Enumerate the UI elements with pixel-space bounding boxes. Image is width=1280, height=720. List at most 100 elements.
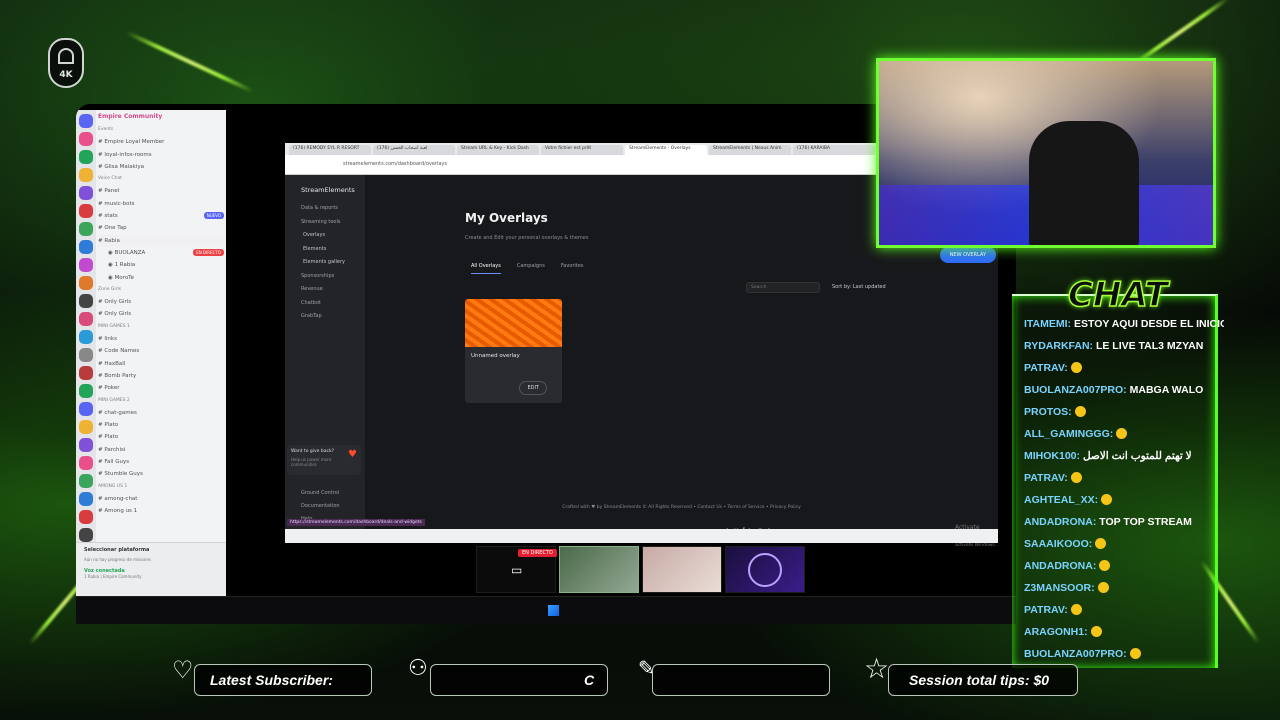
channel-item[interactable]: # One Tap xyxy=(98,222,224,234)
channel-item[interactable]: # Among us 1 xyxy=(98,505,224,517)
voice-user[interactable]: ◉ 1 Rabia xyxy=(98,259,224,271)
se-sidebar-item[interactable]: Revenue xyxy=(285,283,365,297)
browser-tab[interactable]: Votre fichier est prêt xyxy=(541,145,623,155)
channel-category: Voice Chat xyxy=(98,173,224,185)
chat-username: PATRAV: xyxy=(1024,472,1068,484)
se-sidebar-item[interactable]: GrabTap xyxy=(285,310,365,324)
platform-label[interactable]: Seleccionar plataforma xyxy=(76,543,226,557)
server-icon[interactable] xyxy=(79,312,93,326)
se-sidebar-item[interactable]: Elements xyxy=(285,243,365,257)
channel-item[interactable]: # loyal-infos-rooms xyxy=(98,149,224,161)
se-bottom-link[interactable]: Ground Control xyxy=(285,487,365,500)
server-icon[interactable] xyxy=(79,384,93,398)
server-icon[interactable] xyxy=(79,258,93,272)
channel-label: Plato xyxy=(104,422,119,429)
channel-item[interactable]: # stats NUEVO xyxy=(98,210,224,222)
dock-logo[interactable] xyxy=(725,546,805,593)
give-back-card[interactable]: Want to give back? Help us power more co… xyxy=(287,445,361,475)
channel-item[interactable]: # chat-games xyxy=(98,407,224,419)
channel-item[interactable]: # Stumble Guys xyxy=(98,468,224,480)
dock-avatar[interactable] xyxy=(642,546,722,593)
channel-label: Rabia xyxy=(104,237,120,244)
channel-label: Glisa Malakiya xyxy=(104,163,145,170)
server-icon[interactable] xyxy=(79,132,93,146)
sort-dropdown[interactable]: Sort by: Last updated xyxy=(832,284,886,290)
server-icon[interactable] xyxy=(79,420,93,434)
se-sidebar-item[interactable]: Elements gallery xyxy=(285,256,365,270)
chat-username: ANDADRONA: xyxy=(1024,516,1097,528)
windows-start-icon[interactable] xyxy=(548,605,559,616)
channel-item[interactable]: # Plato xyxy=(98,431,224,443)
server-icon[interactable] xyxy=(79,492,93,506)
server-icon[interactable] xyxy=(79,150,93,164)
channel-item[interactable]: # among-chat xyxy=(98,493,224,505)
browser-tab[interactable]: (176) لعبة أصحاب الحسن xyxy=(373,145,455,155)
server-icon[interactable] xyxy=(79,348,93,362)
se-sidebar-item[interactable]: Sponsorships xyxy=(285,270,365,284)
overlay-thumbnail[interactable] xyxy=(465,299,562,347)
server-icon[interactable] xyxy=(79,366,93,380)
new-overlay-button[interactable]: NEW OVERLAY xyxy=(939,247,996,263)
se-sidebar-item[interactable]: Streaming tools xyxy=(285,216,365,230)
server-icon[interactable] xyxy=(79,114,93,128)
server-icon[interactable] xyxy=(79,456,93,470)
se-sidebar-item[interactable]: Data & reports xyxy=(285,202,365,216)
chat-message: PATRAV: xyxy=(1024,470,1224,492)
se-brand[interactable]: StreamElements xyxy=(285,175,365,194)
server-icon[interactable] xyxy=(79,204,93,218)
channel-item[interactable]: # Fall Guys xyxy=(98,456,224,468)
channel-category: Events xyxy=(98,124,224,136)
tab-campaigns[interactable]: Campaigns xyxy=(517,263,545,274)
tab-favorites[interactable]: Favorites xyxy=(561,263,584,274)
channel-item[interactable]: # Bomb Party xyxy=(98,370,224,382)
server-name[interactable]: Empire Community xyxy=(98,110,224,124)
server-icon[interactable] xyxy=(79,222,93,236)
server-icon[interactable] xyxy=(79,294,93,308)
channel-item[interactable]: # Poker xyxy=(98,382,224,394)
server-icon[interactable] xyxy=(79,330,93,344)
browser-tab[interactable]: (176) REMODY EYL R RESORT xyxy=(289,145,371,155)
channel-item[interactable]: # Plato xyxy=(98,419,224,431)
stream-overlay-scene: 4K Empire Community Events # Empire Loyal… xyxy=(0,0,1280,720)
channel-item[interactable]: # Only Girls xyxy=(98,296,224,308)
channel-item[interactable]: # music-bots xyxy=(98,198,224,210)
voice-user[interactable]: ◉ BUOLANZA EN DIRECTO xyxy=(98,247,224,259)
channel-item[interactable]: # Only Girls xyxy=(98,308,224,320)
server-icon[interactable] xyxy=(79,438,93,452)
server-icon[interactable] xyxy=(79,240,93,254)
se-sidebar-item[interactable]: Chatbot xyxy=(285,297,365,311)
browser-tab[interactable]: StreamElements | Nexus Anim xyxy=(709,145,791,155)
chat-message: ANDADRONA: TOP TOP STREAM xyxy=(1024,514,1224,536)
tab-all-overlays[interactable]: All Overlays xyxy=(471,263,501,274)
channel-item[interactable]: # Parchisi xyxy=(98,444,224,456)
latest-follower-label: C xyxy=(584,672,595,688)
live-badge: EN DIRECTO xyxy=(518,549,557,557)
channel-item[interactable]: # Empire Loyal Member xyxy=(98,136,224,148)
channel-label: among-chat xyxy=(104,495,138,502)
server-icon[interactable] xyxy=(79,168,93,182)
voice-user[interactable]: ◉ MoroTe xyxy=(98,272,224,284)
se-sidebar: StreamElements Data & reports Streaming t… xyxy=(285,175,365,529)
search-input[interactable]: Search xyxy=(746,282,820,293)
channel-item[interactable]: # HaxBall xyxy=(98,358,224,370)
browser-tab[interactable]: StreamElements - Overlays xyxy=(625,145,707,155)
server-icon[interactable] xyxy=(79,276,93,290)
server-icon[interactable] xyxy=(79,528,93,542)
browser-tab[interactable]: (176) KARAIBA xyxy=(793,145,875,155)
channel-item[interactable]: # Code Names xyxy=(98,345,224,357)
voice-channel[interactable]: # Rabia xyxy=(98,234,224,247)
dock-camera[interactable] xyxy=(559,546,639,593)
server-icon[interactable] xyxy=(79,510,93,524)
emoji-icon xyxy=(1074,406,1086,417)
channel-item[interactable]: # Panel xyxy=(98,185,224,197)
se-sidebar-item[interactable]: Overlays xyxy=(285,229,365,243)
server-icon[interactable] xyxy=(79,402,93,416)
channel-item[interactable]: # links xyxy=(98,333,224,345)
server-icon[interactable] xyxy=(79,186,93,200)
channel-item[interactable]: # Glisa Malakiya xyxy=(98,161,224,173)
overlay-card[interactable]: Unnamed overlay EDIT xyxy=(465,299,562,403)
se-bottom-link[interactable]: Documentation xyxy=(285,500,365,513)
edit-button[interactable]: EDIT xyxy=(519,381,547,395)
browser-tab[interactable]: Stream URL & Key - Kick Dash xyxy=(457,145,539,155)
server-icon[interactable] xyxy=(79,474,93,488)
